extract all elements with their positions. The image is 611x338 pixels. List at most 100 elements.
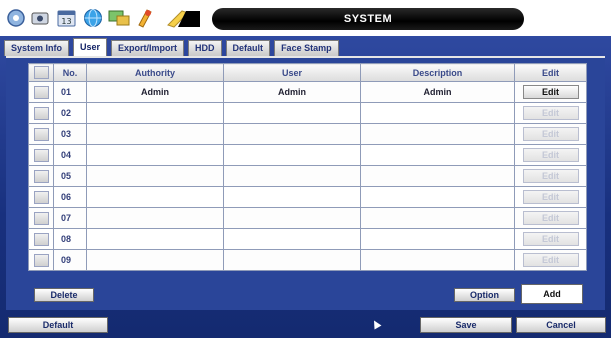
row-select-cell — [28, 228, 54, 250]
settings-icon[interactable] — [4, 7, 28, 29]
table-row: 05 Edit — [28, 165, 587, 187]
select-all-checkbox[interactable] — [33, 66, 49, 79]
row-edit-cell: Edit — [514, 207, 587, 229]
edit-button[interactable]: Edit — [522, 232, 579, 246]
row-checkbox[interactable] — [33, 169, 49, 183]
row-edit-cell: Edit — [514, 123, 587, 145]
row-number: 02 — [53, 102, 87, 124]
column-header-user: User — [223, 63, 361, 82]
row-description — [360, 186, 515, 208]
table-row: 06 Edit — [28, 186, 587, 208]
row-checkbox[interactable] — [33, 127, 49, 141]
row-user: Admin — [223, 81, 361, 103]
table-row: 02 Edit — [28, 102, 587, 124]
option-button[interactable]: Option — [454, 288, 515, 302]
tab-system-info[interactable]: System Info — [4, 40, 70, 56]
delete-button[interactable]: Delete — [34, 288, 94, 302]
row-number: 04 — [53, 144, 87, 166]
calendar-icon[interactable]: 13 — [55, 7, 79, 29]
row-checkbox[interactable] — [33, 232, 49, 246]
key-icon[interactable] — [160, 7, 206, 29]
row-description: Admin — [360, 81, 515, 103]
tab-default[interactable]: Default — [225, 40, 271, 56]
row-checkbox[interactable] — [33, 85, 49, 99]
row-edit-cell: Edit — [514, 165, 587, 187]
row-authority — [86, 123, 224, 145]
row-checkbox[interactable] — [33, 253, 49, 267]
edit-button[interactable]: Edit — [522, 253, 579, 267]
edit-button[interactable]: Edit — [522, 169, 579, 183]
row-checkbox[interactable] — [33, 211, 49, 225]
tab-bar: System Info User Export/Import HDD Defau… — [4, 38, 339, 56]
row-user — [223, 123, 361, 145]
row-number: 01 — [53, 81, 87, 103]
table-row: 03 Edit — [28, 123, 587, 145]
row-select-cell — [28, 123, 54, 145]
default-button[interactable]: Default — [8, 317, 108, 333]
column-header-description: Description — [360, 63, 515, 82]
table-row: 01 Admin Admin Admin Edit — [28, 81, 587, 103]
table-row: 07 Edit — [28, 207, 587, 229]
power-icon[interactable] — [133, 7, 157, 29]
row-number: 07 — [53, 207, 87, 229]
row-number: 08 — [53, 228, 87, 250]
edit-button[interactable]: Edit — [522, 85, 579, 99]
row-edit-cell: Edit — [514, 186, 587, 208]
row-number: 06 — [53, 186, 87, 208]
edit-button[interactable]: Edit — [522, 211, 579, 225]
column-header-authority: Authority — [86, 63, 224, 82]
row-description — [360, 228, 515, 250]
edit-button[interactable]: Edit — [522, 106, 579, 120]
top-toolbar: 13 SYSTEM — [0, 0, 611, 36]
row-user — [223, 228, 361, 250]
table-row: 08 Edit — [28, 228, 587, 250]
row-authority — [86, 186, 224, 208]
row-select-cell — [28, 249, 54, 271]
row-checkbox[interactable] — [33, 190, 49, 204]
tab-hdd[interactable]: HDD — [188, 40, 222, 56]
table-row: 04 Edit — [28, 144, 587, 166]
row-user — [223, 249, 361, 271]
camera-icon[interactable] — [29, 7, 53, 29]
select-all-cell — [28, 63, 54, 82]
row-checkbox[interactable] — [33, 106, 49, 120]
edit-button[interactable]: Edit — [522, 127, 579, 141]
edit-button[interactable]: Edit — [522, 190, 579, 204]
row-number: 09 — [53, 249, 87, 271]
row-select-cell — [28, 186, 54, 208]
cancel-button[interactable]: Cancel — [516, 317, 606, 333]
row-edit-cell: Edit — [514, 102, 587, 124]
globe-icon[interactable] — [81, 7, 105, 29]
row-user — [223, 207, 361, 229]
column-header-edit: Edit — [514, 63, 587, 82]
row-edit-cell: Edit — [514, 249, 587, 271]
row-number: 03 — [53, 123, 87, 145]
svg-text:13: 13 — [61, 17, 71, 26]
tab-user[interactable]: User — [73, 38, 108, 56]
row-select-cell — [28, 165, 54, 187]
edit-button[interactable]: Edit — [522, 148, 579, 162]
row-user — [223, 102, 361, 124]
row-select-cell — [28, 81, 54, 103]
row-authority — [86, 102, 224, 124]
row-select-cell — [28, 102, 54, 124]
window-title: SYSTEM — [212, 8, 524, 30]
row-description — [360, 249, 515, 271]
row-description — [360, 102, 515, 124]
tab-export-import[interactable]: Export/Import — [111, 40, 185, 56]
row-authority — [86, 144, 224, 166]
row-authority — [86, 249, 224, 271]
table-row: 09 Edit — [28, 249, 587, 271]
save-button[interactable]: Save — [420, 317, 512, 333]
user-table: No. Authority User Description Edit 01 A… — [28, 63, 587, 271]
row-select-cell — [28, 207, 54, 229]
tab-face-stamp[interactable]: Face Stamp — [274, 40, 339, 56]
row-user — [223, 186, 361, 208]
add-button[interactable]: Add — [521, 284, 583, 304]
row-authority — [86, 207, 224, 229]
row-select-cell — [28, 144, 54, 166]
row-authority — [86, 228, 224, 250]
display-icon[interactable] — [107, 7, 131, 29]
row-checkbox[interactable] — [33, 148, 49, 162]
row-description — [360, 144, 515, 166]
